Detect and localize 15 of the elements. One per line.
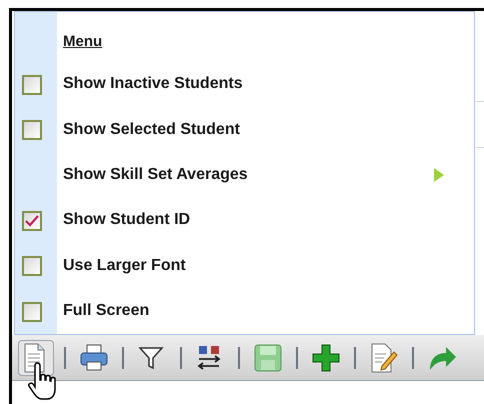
printer-icon[interactable] (78, 342, 110, 374)
plus-icon[interactable] (310, 342, 342, 374)
checkbox[interactable] (22, 210, 42, 231)
checkbox[interactable] (22, 74, 42, 94)
submenu-arrow-icon (434, 168, 444, 182)
checkbox[interactable] (22, 256, 42, 276)
menu-title: Menu (63, 32, 102, 52)
menu-item[interactable]: Show Skill Set Averages (57, 152, 474, 198)
checkbox[interactable] (22, 302, 42, 322)
menu-item[interactable]: Show Selected Student (57, 106, 474, 152)
menu-item[interactable]: Full Screen (57, 288, 474, 334)
menu-item[interactable]: Use Larger Font (57, 243, 474, 289)
menu-item[interactable]: Show Inactive Students (57, 62, 474, 107)
menu-item[interactable]: Show Student ID (57, 198, 474, 244)
checkbox[interactable] (22, 120, 42, 140)
